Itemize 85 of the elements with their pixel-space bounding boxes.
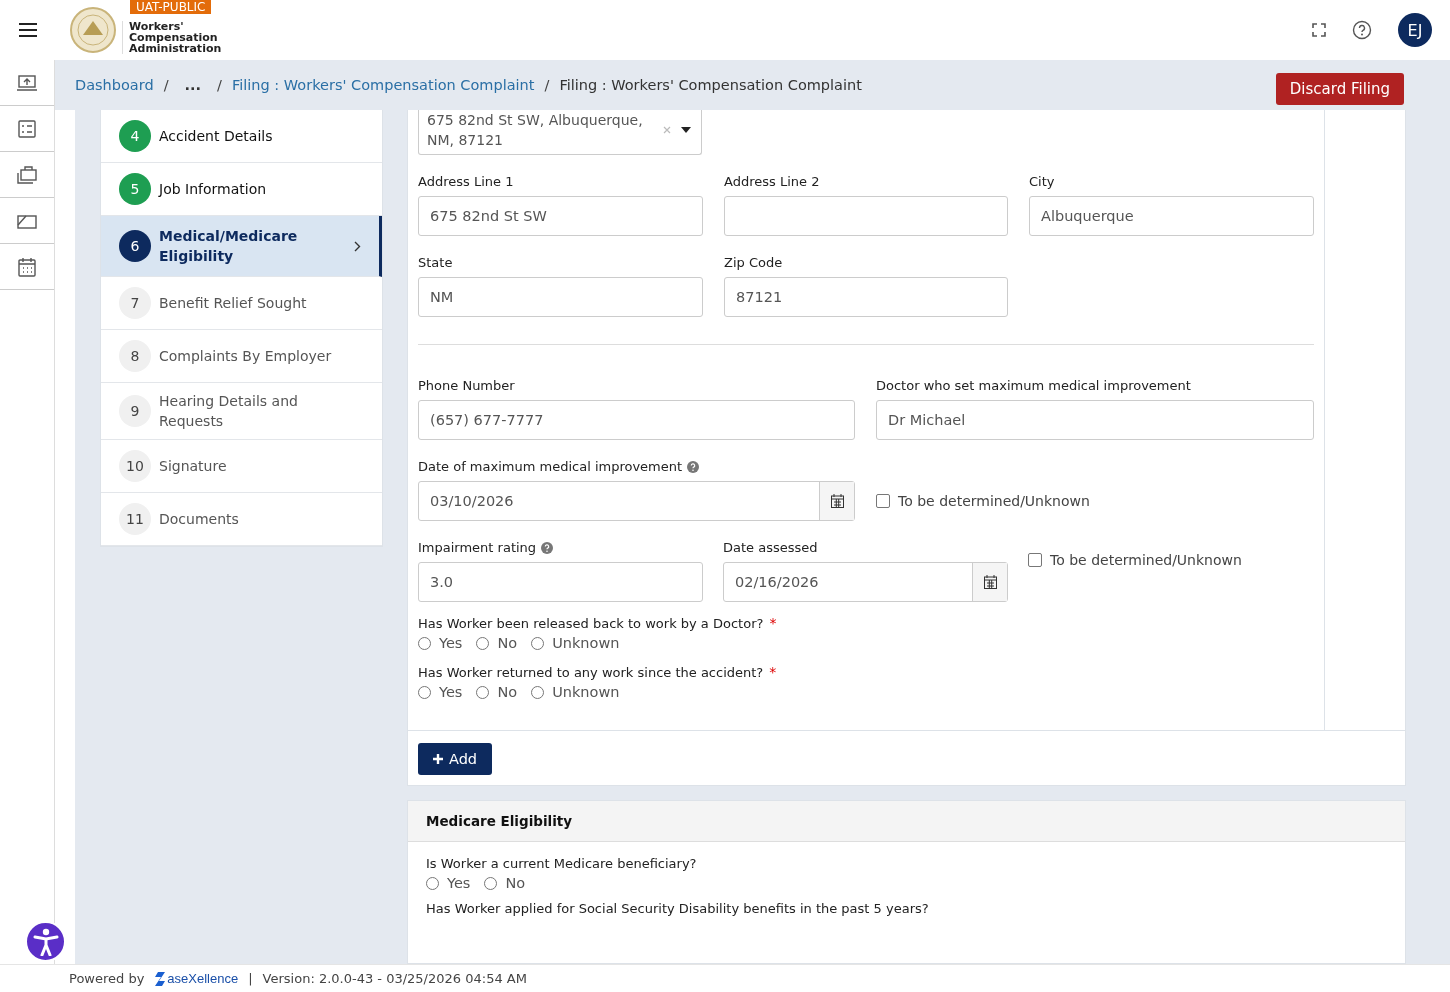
breadcrumb-separator: / [163,77,169,93]
add-button[interactable]: Add [418,743,493,775]
text-field[interactable]: 675 82nd St SW [418,196,703,236]
card-icon[interactable] [17,212,37,229]
step-number: 7 [119,287,151,319]
step-item[interactable]: 9 Hearing Details and Requests [101,383,382,440]
step-number: 10 [119,450,151,482]
step-number: 6 [119,230,151,262]
briefcase-icon[interactable] [17,165,37,184]
step-item[interactable]: 8 Complaints By Employer [101,330,382,383]
upload-icon[interactable] [17,73,37,92]
caret-icon[interactable] [681,127,691,133]
step-item[interactable]: 10 Signature [101,440,382,493]
footer-text: Powered by [69,971,145,986]
field-label: Zip Code [724,255,784,270]
field-label: Impairment rating [418,540,537,555]
step-item[interactable]: 11 Documents [101,493,382,546]
required-mark: * [769,664,777,680]
discard-filing-button[interactable]: Discard Filing [1275,73,1404,105]
breadcrumb-separator: / [544,77,550,93]
question-label: Is Worker a current Medicare beneficiary? [426,856,698,871]
footer-separator: | [248,971,253,986]
radio-option[interactable]: Unknown [531,684,620,700]
radio-option[interactable]: Yes [418,635,463,651]
field-label: City [1029,174,1056,189]
breadcrumb-item[interactable]: Dashboard [75,77,154,93]
calendar-icon[interactable] [830,494,844,508]
breadcrumb-separator: / [217,77,222,93]
date-field[interactable]: 03/10/2026 [418,481,855,521]
brand-logo: aseXellence [154,970,239,987]
help-icon[interactable] [541,541,554,554]
chevron-icon [354,240,361,252]
address-select[interactable]: 675 82nd St SW, Albuquerque, NM, 87121 [418,110,702,155]
unknown-checkbox[interactable]: To be determined/Unknown [1028,540,1314,580]
step-number: 11 [119,503,151,535]
logo-text: Workers' Compensation Administration [122,20,222,54]
text-field[interactable]: 3.0 [418,562,703,602]
text-field[interactable]: Dr Michael [876,400,1314,440]
menu-icon[interactable] [18,22,38,38]
checklist-icon[interactable] [18,119,36,138]
field-label: Date assessed [723,540,819,555]
question-label: Has Worker been released back to work by a Doctor? [418,616,764,631]
calendar-icon[interactable] [983,575,997,589]
environment-badge: UAT-PUBLIC [130,0,212,14]
user-avatar[interactable]: EJ [1398,13,1432,47]
calendar-icon[interactable] [18,256,36,277]
question-label: Has Worker applied for Social Security Disability benefits in the past 5 years? [426,901,930,916]
date-field[interactable]: 02/16/2026 [723,562,1008,602]
plus-icon [433,754,443,764]
field-label: Address Line 2 [724,174,821,189]
phone-field[interactable]: (657) 677-7777 [418,400,855,440]
field-label: State [418,255,454,270]
radio-option[interactable]: No [476,684,518,700]
breadcrumb-item[interactable]: Filing : Workers' Compensation Complaint [232,77,535,93]
step-item[interactable]: 7 Benefit Relief Sought [101,277,382,330]
text-field[interactable]: NM [418,277,703,317]
text-field[interactable]: Albuquerque [1029,196,1314,236]
step-number: 9 [119,395,151,427]
radio-option[interactable]: No [476,635,518,651]
version-text: Version: 2.0.0-43 - 03/25/2026 04:54 AM [262,971,527,986]
radio-option[interactable]: Unknown [531,635,620,651]
breadcrumb-item[interactable]: ... [178,77,208,93]
unknown-checkbox[interactable]: To be determined/Unknown [876,481,1314,521]
question-label: Has Worker returned to any work since the accident? [418,665,764,680]
step-number: 5 [119,173,151,205]
help-icon[interactable] [1352,20,1372,40]
radio-option[interactable]: Yes [426,875,471,891]
breadcrumb-item[interactable]: Filing : Workers' Compensation Complaint [559,77,862,93]
required-mark: * [769,615,777,631]
step-item[interactable]: 4 Accident Details [101,110,382,163]
text-field[interactable] [724,196,1008,236]
step-number: 8 [119,340,151,372]
fullscreen-icon[interactable] [1312,23,1326,37]
help-icon[interactable] [687,460,700,473]
field-label: Phone Number [418,378,516,393]
text-field[interactable]: 87121 [724,277,1008,317]
step-item[interactable]: 6 Medical/Medicare Eligibility [101,216,382,277]
radio-option[interactable]: No [484,875,526,891]
field-label: Date of maximum medical improvement [418,459,683,474]
field-label: Address Line 1 [418,174,515,189]
section-header: Medicare Eligibility [408,801,1405,842]
step-number: 4 [119,120,151,152]
radio-option[interactable]: Yes [418,684,463,700]
field-label: Doctor who set maximum medical improvement [876,378,1192,393]
seal-icon [70,7,116,53]
